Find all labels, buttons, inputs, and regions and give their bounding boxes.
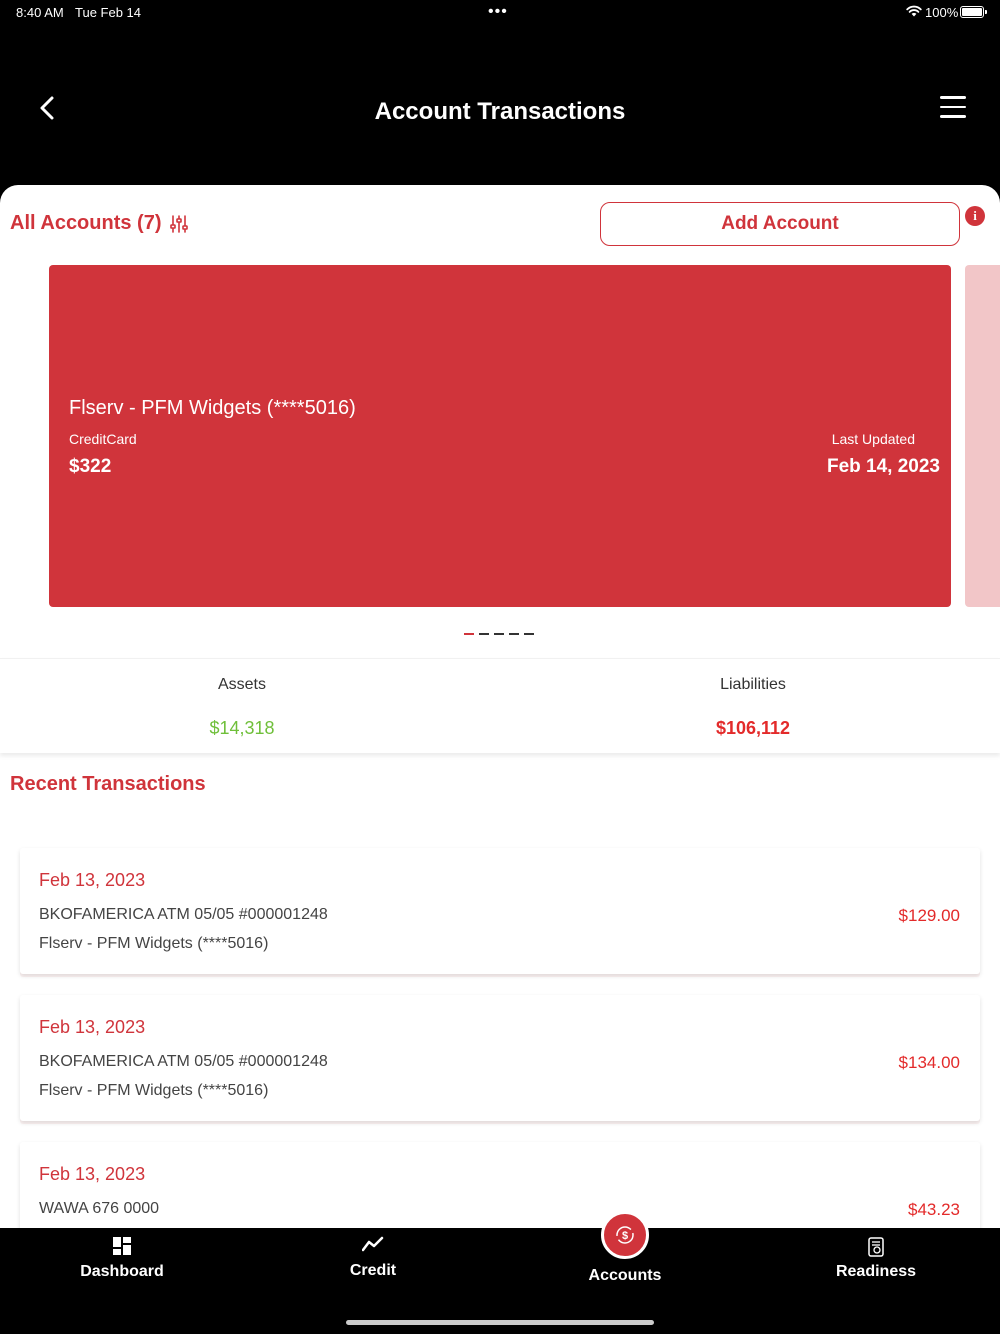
add-account-button[interactable]: Add Account [600,202,960,246]
account-card[interactable]: Flserv - PFM Widgets (****5016) CreditCa… [49,265,951,607]
transaction-description: BKOFAMERICA ATM 05/05 #000001248 [39,1053,328,1070]
liabilities-value: $106,112 [715,718,791,738]
liabilities-label: Liabilities [720,676,786,693]
tab-accounts[interactable]: $ Accounts [500,1211,750,1308]
transaction-card[interactable]: Feb 13, 2023 WAWA 676 0000 $43.23 [20,1142,980,1228]
pager-dot[interactable] [479,633,489,635]
status-time: 8:40 AM [16,5,64,20]
page-title: Account Transactions [374,98,626,125]
transaction-account: Flserv - PFM Widgets (****5016) [39,935,269,952]
pager-dot[interactable] [464,633,474,635]
pager-dot[interactable] [509,633,519,635]
nav-header: Account Transactions [0,24,1000,185]
hamburger-menu-icon[interactable] [940,96,966,118]
card-balance: $322 [69,456,112,477]
pager-dot[interactable] [524,633,534,635]
home-indicator[interactable] [346,1320,654,1325]
content-sheet: All Accounts (7) Add Account i Flserv - … [0,185,1000,1228]
accounts-filter[interactable]: All Accounts (7) [10,212,188,235]
status-date: Tue Feb 14 [75,5,142,20]
transaction-amount: $129.00 [898,906,960,925]
tab-dashboard[interactable]: Dashboard [0,1228,247,1308]
tab-readiness-label: Readiness [835,1263,917,1280]
battery-percent: 100% [925,5,959,20]
transaction-card[interactable]: Feb 13, 2023 BKOFAMERICA ATM 05/05 #0000… [20,995,980,1121]
tab-bar: Dashboard Credit $ Accounts Readiness [0,1211,1000,1334]
tab-dashboard-label: Dashboard [80,1263,164,1280]
tab-credit[interactable]: Credit [248,1228,498,1308]
all-accounts-label: All Accounts (7) [10,212,162,234]
next-account-card[interactable] [965,265,1000,607]
wifi-icon [906,5,922,17]
transaction-amount: $134.00 [898,1053,960,1072]
transaction-date: Feb 13, 2023 [39,1017,146,1037]
transaction-card[interactable]: Feb 13, 2023 BKOFAMERICA ATM 05/05 #0000… [20,848,980,974]
transaction-date: Feb 13, 2023 [39,1164,146,1184]
filter-sliders-icon[interactable] [169,214,188,233]
dashboard-grid-icon [113,1237,131,1255]
info-icon[interactable]: i [965,206,985,226]
transaction-description: BKOFAMERICA ATM 05/05 #000001248 [39,906,328,923]
battery-icon [960,6,987,18]
recent-transactions-title: Recent Transactions [10,773,206,795]
transaction-date: Feb 13, 2023 [39,870,146,890]
transaction-description: WAWA 676 0000 [39,1200,160,1217]
liabilities-summary: Liabilities $106,112 [503,659,1000,739]
tab-credit-label: Credit [349,1262,397,1279]
card-account-type: CreditCard [69,431,137,447]
status-bar: 8:40 AM Tue Feb 14 ••• 100% [0,0,1000,24]
transaction-amount: $43.23 [908,1200,960,1219]
svg-text:$: $ [622,1230,628,1242]
carousel-pager[interactable] [464,633,534,635]
pager-dot[interactable] [494,633,504,635]
readiness-document-icon [868,1237,884,1257]
multitasking-dots-icon[interactable]: ••• [488,3,508,21]
accounts-tab-circle: $ [601,1211,649,1259]
assets-summary: Assets $14,318 [0,659,492,739]
card-last-updated-date: Feb 14, 2023 [826,456,940,477]
transaction-account: Flserv - PFM Widgets (****5016) [39,1082,269,1099]
credit-trend-icon [362,1236,384,1252]
assets-value: $14,318 [209,718,275,738]
accounts-exchange-icon: $ [616,1226,634,1244]
balance-summary: Assets $14,318 Liabilities $106,112 [0,658,1000,753]
card-account-name: Flserv - PFM Widgets (****5016) [69,397,356,419]
assets-label: Assets [217,676,266,693]
tab-accounts-label: Accounts [588,1267,662,1284]
tab-readiness[interactable]: Readiness [751,1228,1000,1308]
card-last-updated-label: Last Updated [831,431,915,447]
